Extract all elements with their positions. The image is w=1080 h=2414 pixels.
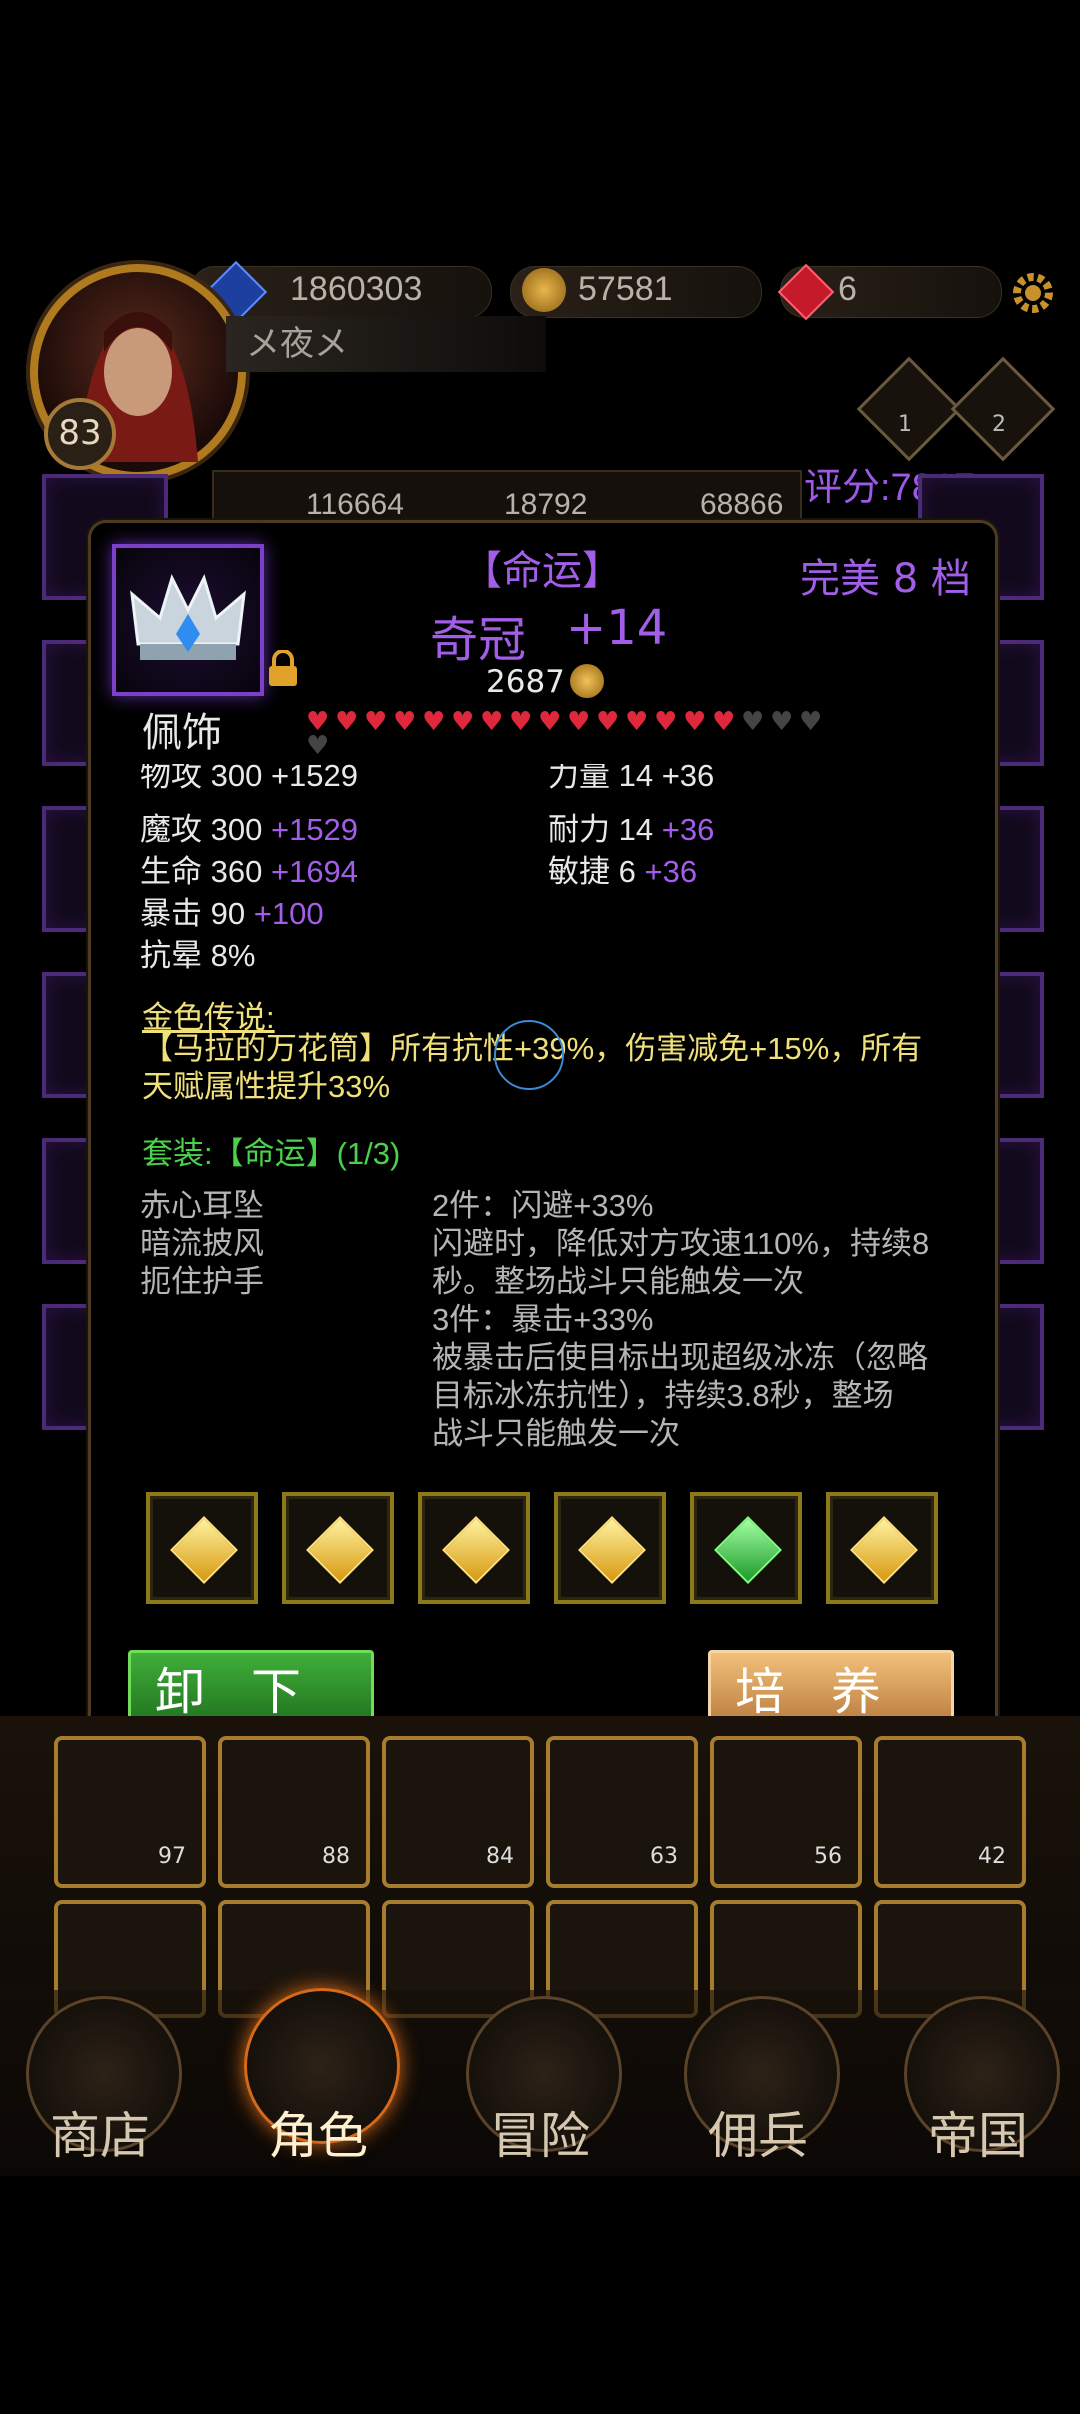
player-name: メ夜メ <box>226 316 546 372</box>
nav-empire[interactable]: 帝国 <box>928 2096 1028 2168</box>
rank-tag-2-label: 2 <box>992 412 1006 437</box>
stat-agility: 敏捷 6 +36 <box>548 854 698 889</box>
heart-empty-icon: ♥ <box>770 707 794 737</box>
set-piece-3: 扼住护手 <box>140 1264 264 1299</box>
stat-summary-2: 18792 <box>504 488 588 521</box>
gold-coin-icon <box>570 664 604 698</box>
stat-crit: 暴击 90 +100 <box>140 896 324 931</box>
item-grade: 完美 8 档 <box>800 556 971 602</box>
heart-filled-icon: ♥ <box>451 707 475 737</box>
settings-gear-icon[interactable] <box>1006 266 1060 320</box>
hero-level-5: 56 <box>814 1844 842 1869</box>
gold-gem-icon <box>850 1516 918 1584</box>
heart-filled-icon: ♥ <box>538 707 562 737</box>
rank-tag-2[interactable] <box>950 356 1056 462</box>
star-hearts-row: ♥ ♥ ♥ ♥ ♥ ♥ ♥ ♥ ♥ ♥ ♥ ♥ ♥ ♥ ♥ ♥ ♥ ♥♥ <box>306 707 846 759</box>
player-level-badge: 83 <box>44 398 116 470</box>
stat-cut-right: 力量 14 +36 <box>548 764 715 793</box>
gold-gem-icon <box>170 1516 238 1584</box>
gem-value: 6 <box>838 270 857 308</box>
crown-icon <box>130 573 246 660</box>
gem-socket-3[interactable] <box>418 1492 530 1604</box>
gem-socket-5[interactable] <box>690 1492 802 1604</box>
green-gem-icon <box>714 1516 782 1584</box>
nav-character[interactable]: 角色 <box>268 2096 368 2168</box>
heart-filled-icon: ♥ <box>335 707 359 737</box>
stat-cut-left: 物攻 300 +1529 <box>140 764 359 793</box>
rank-tag-1-label: 1 <box>898 412 912 437</box>
heart-filled-icon: ♥ <box>480 707 504 737</box>
rank-tag-1[interactable] <box>856 356 962 462</box>
item-type: 佩饰 <box>142 710 222 756</box>
gem-socket-4[interactable] <box>554 1492 666 1604</box>
item-name: 奇冠 <box>430 612 527 668</box>
set-title: 套装:【命运】(1/3) <box>142 1136 401 1171</box>
heart-filled-icon: ♥ <box>654 707 678 737</box>
gem-socket-6[interactable] <box>826 1492 938 1604</box>
heart-filled-icon: ♥ <box>422 707 446 737</box>
heart-empty-icon: ♥ <box>741 707 765 737</box>
hero-level-3: 84 <box>486 1844 514 1869</box>
stat-stun-resist: 抗晕 8% <box>140 938 256 973</box>
heart-filled-icon: ♥ <box>683 707 707 737</box>
stat-summary-3: 68866 <box>700 488 784 521</box>
nav-shop[interactable]: 商店 <box>50 2096 150 2168</box>
gem-socket-2[interactable] <box>282 1492 394 1604</box>
item-icon-frame <box>112 544 264 696</box>
heart-filled-icon: ♥ <box>364 707 388 737</box>
heart-empty-icon: ♥ <box>306 731 330 761</box>
set-bonus-line-7: 战斗只能触发一次 <box>432 1416 680 1451</box>
heart-filled-icon: ♥ <box>567 707 591 737</box>
hero-level-4: 63 <box>650 1844 678 1869</box>
gold-gem-icon <box>578 1516 646 1584</box>
touch-indicator <box>494 1020 564 1090</box>
item-set-name: 【命运】 <box>462 548 622 594</box>
gold-gem-icon <box>306 1516 374 1584</box>
heart-filled-icon: ♥ <box>393 707 417 737</box>
stat-stamina: 耐力 14 +36 <box>548 812 715 847</box>
hero-level-6: 42 <box>978 1844 1006 1869</box>
gold-coin-icon <box>522 268 566 312</box>
stat-summary-1: 116664 <box>306 488 404 521</box>
stat-magic-attack: 魔攻 300 +1529 <box>140 812 359 847</box>
heart-filled-icon: ♥ <box>712 707 736 737</box>
stat-hp: 生命 360 +1694 <box>140 854 359 889</box>
heart-filled-icon: ♥ <box>596 707 620 737</box>
diamond-value: 1860303 <box>290 270 423 308</box>
gem-socket-1[interactable] <box>146 1492 258 1604</box>
heart-filled-icon: ♥ <box>625 707 649 737</box>
gold-value: 57581 <box>578 270 673 308</box>
gold-gem-icon <box>442 1516 510 1584</box>
heart-empty-icon: ♥ <box>799 707 823 737</box>
nav-adventure[interactable]: 冒险 <box>490 2096 590 2168</box>
heart-filled-icon: ♥ <box>509 707 533 737</box>
item-price: 2687 <box>486 664 565 700</box>
item-enhance-level: +14 <box>566 600 668 656</box>
hero-level-1: 97 <box>158 1844 186 1869</box>
stats-scroll-cutoff: 物攻 300 +1529 力量 14 +36 <box>88 764 992 794</box>
nav-mercenary[interactable]: 佣兵 <box>708 2096 808 2168</box>
hero-level-2: 88 <box>322 1844 350 1869</box>
lock-icon[interactable] <box>266 649 300 688</box>
